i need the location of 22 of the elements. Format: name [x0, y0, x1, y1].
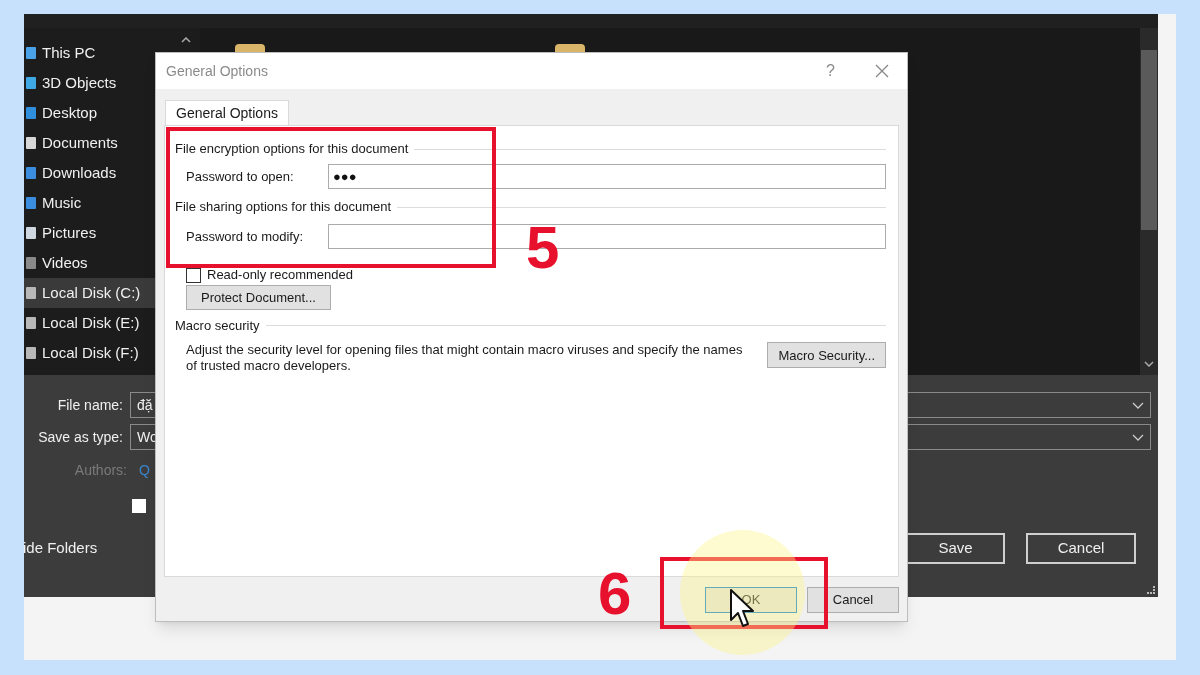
help-button[interactable]: ?: [826, 59, 835, 83]
cancel-button[interactable]: Cancel: [807, 587, 899, 613]
macro-security-button[interactable]: Macro Security...: [767, 342, 886, 369]
checkbox-label: Read-only recommended: [207, 266, 353, 285]
field-label: File name:: [56, 395, 123, 415]
field-label: Save as type:: [37, 427, 123, 447]
authors-label: Authors:: [73, 460, 127, 480]
password-field[interactable]: ●●●: [328, 164, 886, 189]
tab[interactable]: General Options: [165, 100, 289, 126]
macro-description: Adjust the security level for opening files that might contain macro viruses and specify the names of trusted macro developers.: [186, 342, 744, 375]
protect-document-button[interactable]: Protect Document...: [186, 285, 331, 311]
nav-item[interactable]: Videos: [24, 248, 200, 278]
group-heading: File sharing options for this document: [175, 198, 392, 217]
step-number: 5: [526, 216, 560, 280]
dialog-title: General Options: [166, 61, 269, 81]
field-label: Password to modify:: [186, 227, 305, 246]
group-heading: File encryption options for this document: [175, 140, 409, 159]
group-heading: Macro security: [175, 316, 260, 335]
field-label: Password to open:: [186, 167, 295, 186]
step-number: 6: [598, 562, 632, 626]
cancel-button[interactable]: Cancel: [1026, 533, 1136, 564]
hide-folders-link[interactable]: ide Folders: [24, 537, 98, 560]
